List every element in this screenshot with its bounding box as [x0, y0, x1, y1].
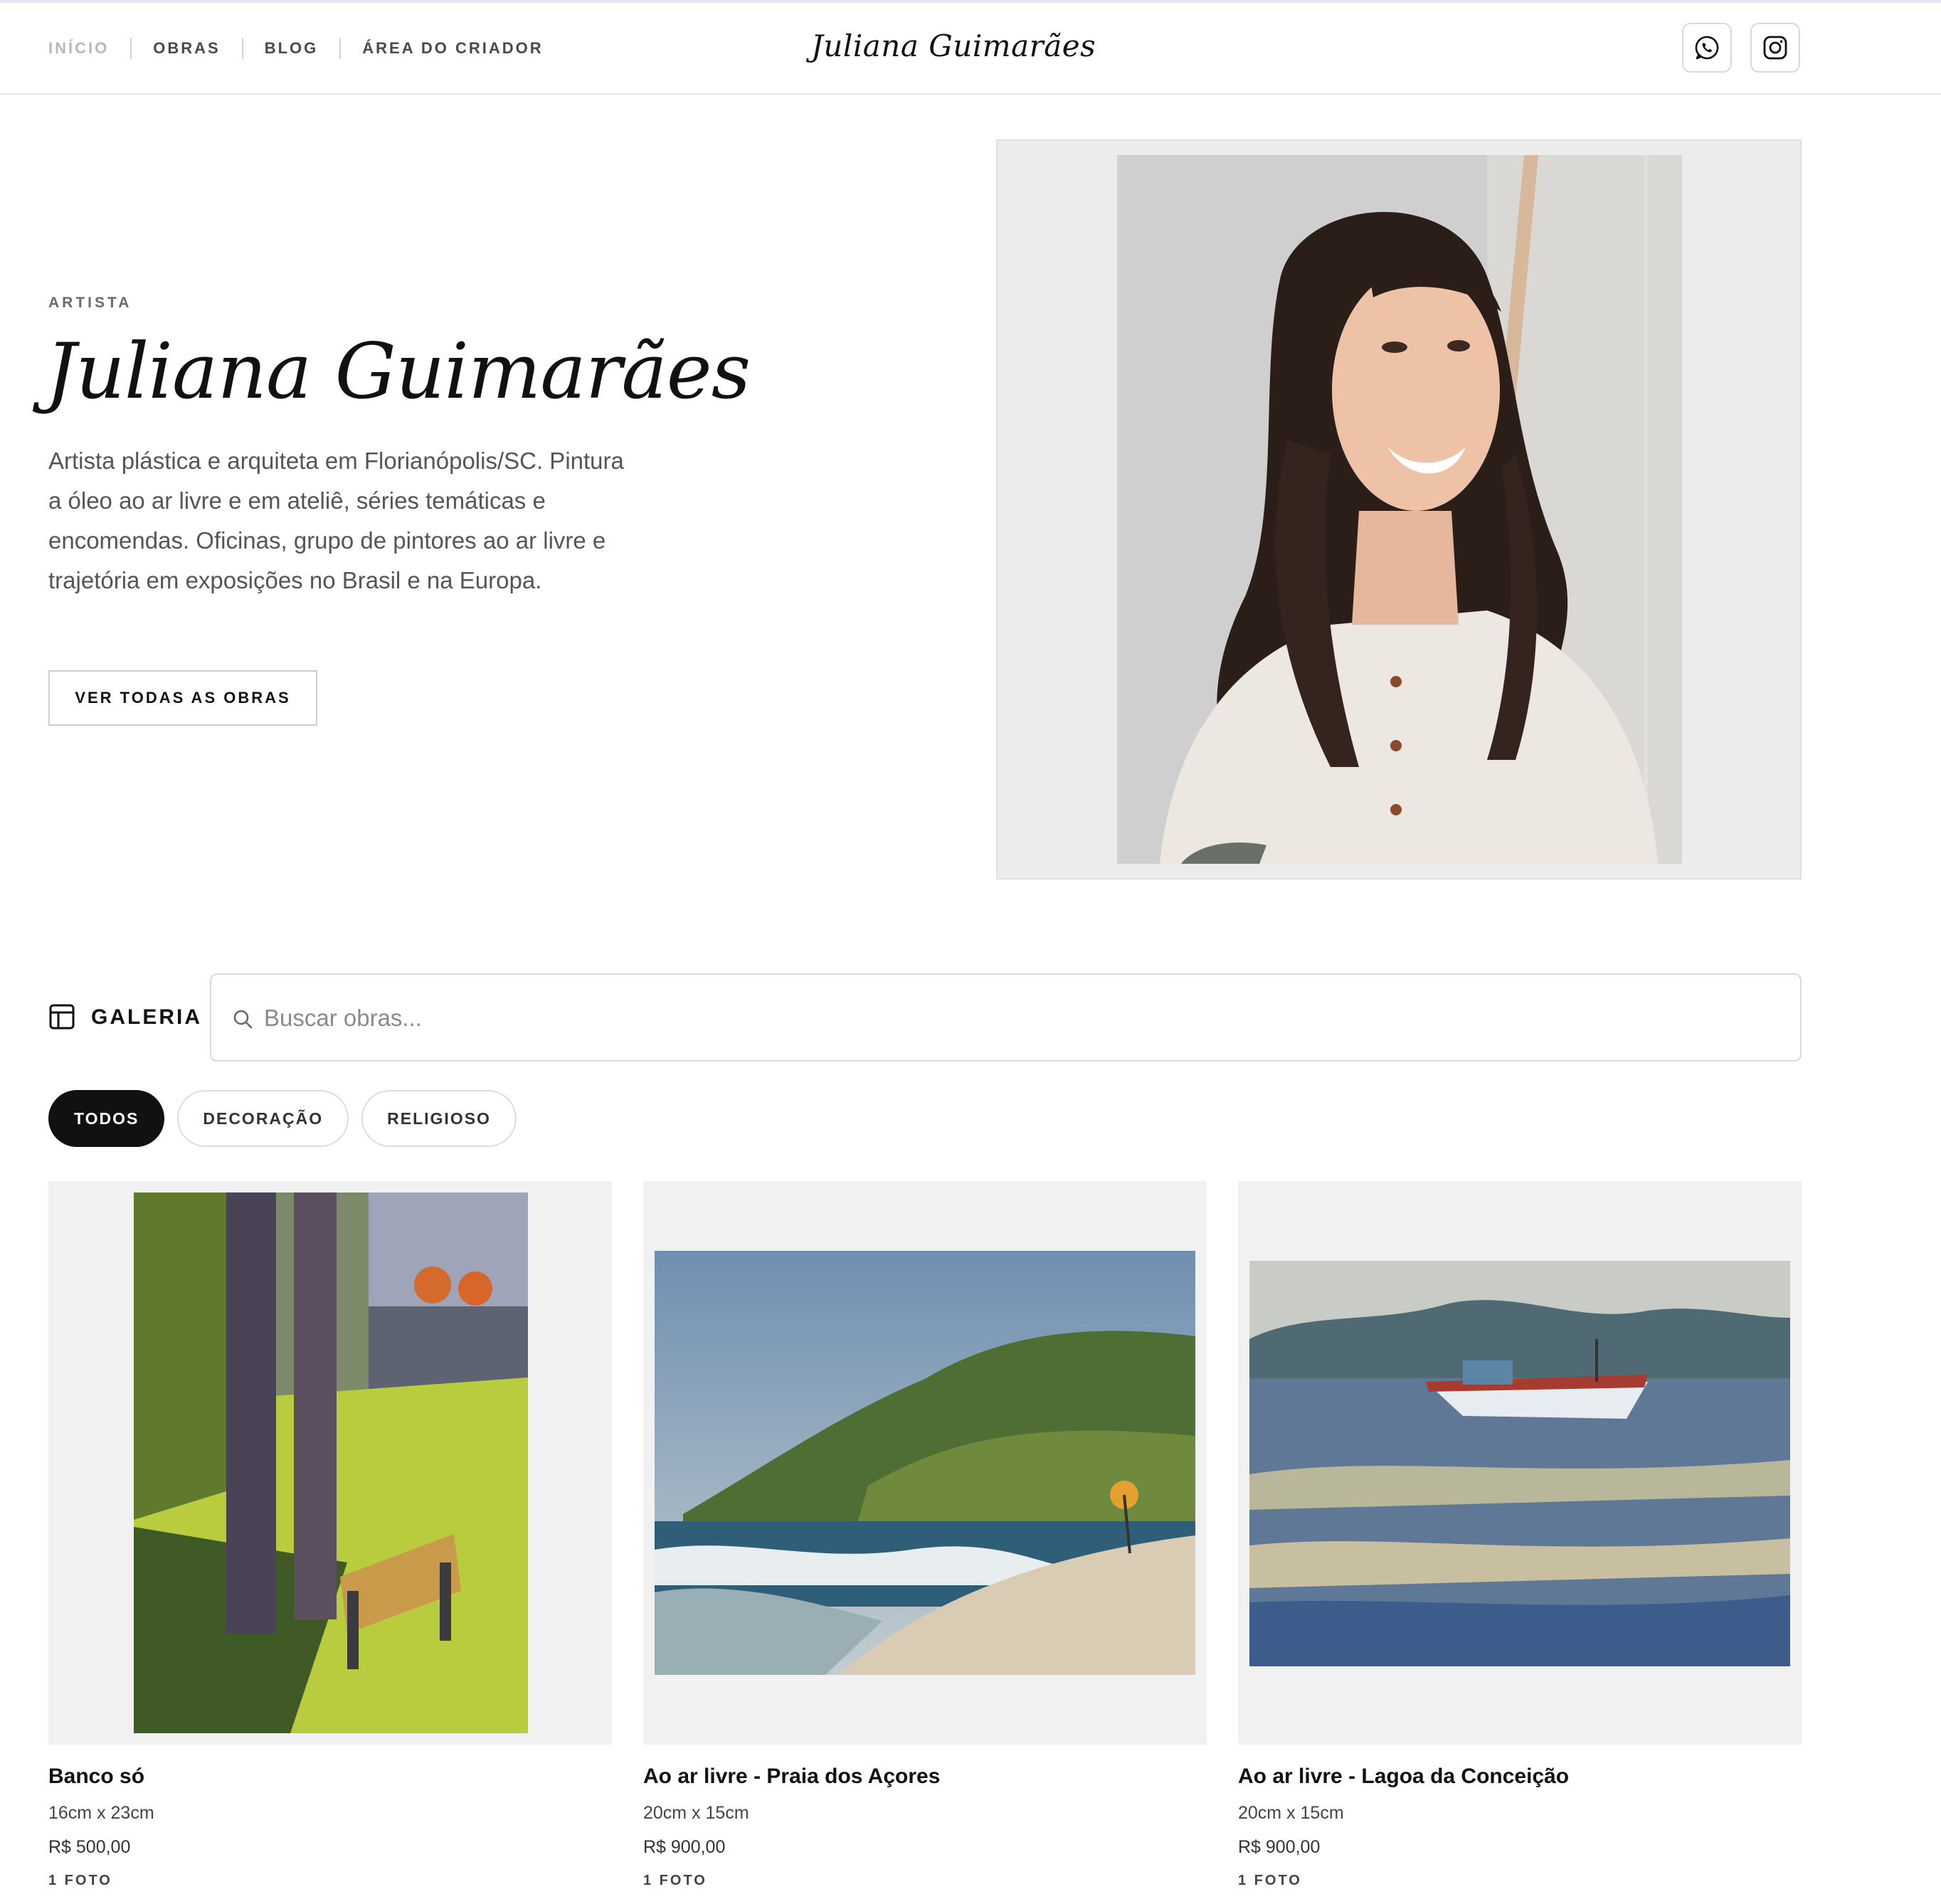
- nav-item-inicio[interactable]: INÍCIO: [48, 39, 109, 58]
- artwork-card[interactable]: Banco só 16cm x 23cm R$ 500,00 1 FOTO: [48, 1181, 612, 1888]
- artwork-card[interactable]: Ao ar livre - Praia dos Açores 20cm x 15…: [643, 1181, 1207, 1888]
- search-input[interactable]: [263, 989, 1760, 1047]
- nav-item-blog[interactable]: BLOG: [265, 39, 319, 58]
- artwork-thumbnail[interactable]: [1238, 1181, 1802, 1745]
- view-all-works-button[interactable]: VER TODAS AS OBRAS: [48, 670, 317, 726]
- instagram-icon: [1763, 36, 1787, 60]
- artwork-dimensions: 20cm x 15cm: [643, 1803, 749, 1823]
- whatsapp-icon: [1695, 36, 1719, 60]
- artwork-title[interactable]: Banco só: [48, 1765, 144, 1789]
- filter-chips: TODOS DECORAÇÃO RELIGIOSO: [48, 1090, 517, 1147]
- artwork-dimensions: 20cm x 15cm: [1238, 1803, 1344, 1823]
- main-nav: INÍCIO OBRAS BLOG ÁREA DO CRIADOR: [48, 3, 544, 93]
- artwork-price: R$ 900,00: [643, 1837, 726, 1857]
- artist-portrait: [1117, 155, 1682, 864]
- artwork-thumbnail[interactable]: [48, 1181, 612, 1745]
- nav-item-obras[interactable]: OBRAS: [153, 39, 220, 58]
- artwork-image-praia-dos-acores: [655, 1251, 1195, 1675]
- search-box: [210, 973, 1802, 1062]
- artwork-photo-count: 1 FOTO: [48, 1873, 112, 1888]
- artist-portrait-frame: [996, 139, 1802, 879]
- filter-todos[interactable]: TODOS: [48, 1090, 165, 1147]
- filter-decoracao[interactable]: DECORAÇÃO: [177, 1090, 349, 1147]
- artwork-title[interactable]: Ao ar livre - Lagoa da Conceição: [1238, 1765, 1569, 1789]
- site-logo[interactable]: Juliana Guimarães: [811, 28, 1096, 63]
- gallery-title: GALERIA: [91, 1005, 202, 1029]
- nav-item-area-do-criador[interactable]: ÁREA DO CRIADOR: [362, 39, 543, 58]
- artwork-image-lagoa-da-conceicao: [1249, 1261, 1790, 1666]
- gallery-layout-icon: [49, 1004, 75, 1030]
- artwork-photo-count: 1 FOTO: [643, 1873, 707, 1888]
- artwork-price: R$ 900,00: [1238, 1837, 1321, 1857]
- search-icon: [233, 1010, 253, 1029]
- artwork-thumbnail[interactable]: [643, 1181, 1207, 1745]
- nav-divider: [241, 37, 243, 59]
- artwork-price: R$ 500,00: [48, 1837, 131, 1857]
- hero-eyebrow: ARTISTA: [48, 295, 132, 311]
- instagram-button[interactable]: [1750, 23, 1800, 73]
- hero-description: Artista plástica e arquiteta em Florianó…: [48, 448, 624, 593]
- artwork-photo-count: 1 FOTO: [1238, 1873, 1302, 1888]
- artwork-image-banco-so: [134, 1192, 528, 1733]
- artwork-card[interactable]: Ao ar livre - Lagoa da Conceição 20cm x …: [1238, 1181, 1802, 1888]
- artwork-title[interactable]: Ao ar livre - Praia dos Açores: [643, 1765, 940, 1789]
- hero-artist-name: Juliana Guimarães: [46, 327, 751, 416]
- whatsapp-button[interactable]: [1682, 23, 1732, 73]
- artwork-dimensions: 16cm x 23cm: [48, 1803, 154, 1823]
- filter-religioso[interactable]: RELIGIOSO: [361, 1090, 517, 1147]
- nav-divider: [130, 37, 132, 59]
- site-header: INÍCIO OBRAS BLOG ÁREA DO CRIADOR Julian…: [0, 3, 1941, 95]
- nav-divider: [339, 37, 342, 59]
